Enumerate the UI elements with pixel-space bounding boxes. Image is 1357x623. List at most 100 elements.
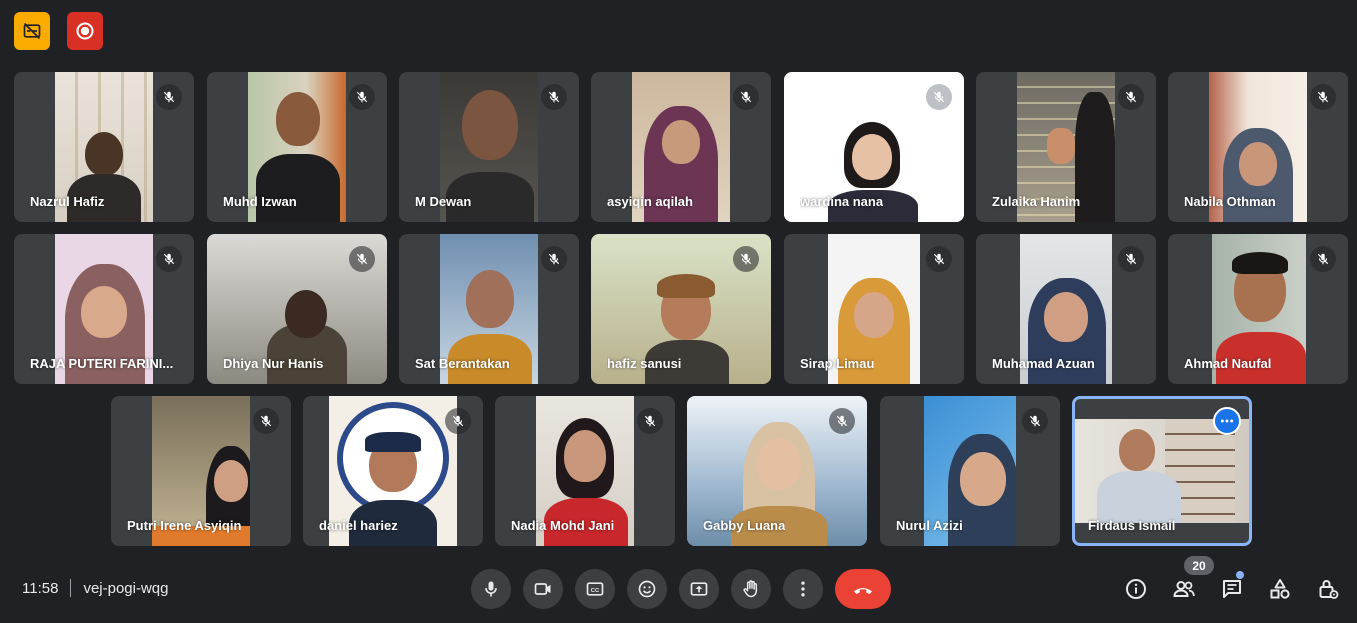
people-icon (1173, 581, 1195, 597)
mic-off-icon (733, 246, 759, 272)
activities-icon (1270, 579, 1290, 599)
mic-off-icon (1118, 246, 1144, 272)
captions-off-badge[interactable] (14, 12, 50, 50)
mic-icon (485, 581, 497, 597)
raise-hand-icon (743, 580, 758, 598)
participant-tile[interactable]: hafiz sanusi (591, 234, 771, 384)
participant-name: Muhamad Azuan (992, 356, 1095, 371)
recording-badge[interactable] (67, 12, 103, 50)
mic-off-icon (349, 246, 375, 272)
mic-off-icon (1022, 408, 1048, 434)
participant-tile[interactable]: wardina nana (784, 72, 964, 222)
participant-tile[interactable]: Gabby Luana (687, 396, 867, 546)
participant-name: Nabila Othman (1184, 194, 1276, 209)
participant-name: Zulaika Hanim (992, 194, 1081, 209)
present-screen-icon (690, 582, 708, 596)
participant-tile[interactable]: Muhd Izwan (207, 72, 387, 222)
mic-off-icon (1310, 246, 1336, 272)
host-controls-button[interactable] (1315, 576, 1341, 602)
participant-tile[interactable]: Nabila Othman (1168, 72, 1348, 222)
participant-tile[interactable]: Nurul Azizi (880, 396, 1060, 546)
tile-more-options-button[interactable] (1213, 407, 1241, 435)
more-options-icon (801, 581, 805, 597)
participant-name: Sirap Limau (800, 356, 875, 371)
participant-name: Nazrul Hafiz (30, 194, 105, 209)
reactions-button[interactable] (627, 569, 667, 609)
participant-name: RAJA PUTERI FARINI... (30, 356, 174, 371)
participant-name: Nurul Azizi (896, 518, 963, 533)
mic-off-icon (926, 246, 952, 272)
host-controls-icon (1319, 580, 1339, 599)
tile-row: Nazrul Hafiz Muhd Izwan M Dewan asyiqin … (0, 72, 1357, 222)
mic-off-icon (541, 84, 567, 110)
participant-name: Firdaus Ismail (1088, 518, 1176, 533)
info-icon (1126, 579, 1146, 599)
chat-button[interactable] (1219, 576, 1245, 602)
participant-tile[interactable]: M Dewan (399, 72, 579, 222)
meeting-details-button[interactable] (1123, 576, 1149, 602)
participant-name: hafiz sanusi (607, 356, 682, 371)
chat-notification-dot (1236, 571, 1244, 579)
end-call-icon (854, 588, 872, 594)
participant-name: Putri Irene Asyiqin (127, 518, 242, 533)
participant-name: M Dewan (415, 194, 472, 209)
participant-tile[interactable]: Zulaika Hanim (976, 72, 1156, 222)
mic-off-icon (349, 84, 375, 110)
meeting-info: 11:58 vej-pogi-wqg (22, 579, 168, 597)
mic-off-icon (733, 84, 759, 110)
closed-captions-icon: CC (586, 582, 604, 596)
chat-icon (1223, 580, 1241, 598)
mic-off-icon (926, 84, 952, 110)
captions-button[interactable]: CC (575, 569, 615, 609)
participant-name: Ahmad Naufal (1184, 356, 1272, 371)
activities-button[interactable] (1267, 576, 1293, 602)
microphone-button[interactable] (471, 569, 511, 609)
raise-hand-button[interactable] (731, 569, 771, 609)
bottom-toolbar: 11:58 vej-pogi-wqg CC (0, 560, 1357, 623)
mic-off-icon (1310, 84, 1336, 110)
mic-off-icon (541, 246, 567, 272)
participant-name: Muhd Izwan (223, 194, 297, 209)
meeting-time: 11:58 (22, 579, 59, 597)
participant-tile[interactable]: RAJA PUTERI FARINI... (14, 234, 194, 384)
participant-tile[interactable]: Muhamad Azuan (976, 234, 1156, 384)
participant-tile[interactable]: Ahmad Naufal (1168, 234, 1348, 384)
meet-call-window: Nazrul Hafiz Muhd Izwan M Dewan asyiqin … (0, 0, 1357, 623)
participant-tile[interactable]: Nadia Mohd Jani (495, 396, 675, 546)
participant-name: Sat Berantakan (415, 356, 510, 371)
captions-off-icon (23, 22, 41, 40)
tile-row: RAJA PUTERI FARINI... Dhiya Nur Hanis Sa… (0, 234, 1357, 384)
mic-off-icon (156, 246, 182, 272)
people-button[interactable] (1171, 576, 1197, 602)
present-screen-button[interactable] (679, 569, 719, 609)
participant-tile[interactable]: Dhiya Nur Hanis (207, 234, 387, 384)
mic-off-icon (637, 408, 663, 434)
participant-tile[interactable]: Putri Irene Asyiqin (111, 396, 291, 546)
record-icon (76, 22, 94, 40)
tile-row: Putri Irene Asyiqin daniel hariez Nadia … (0, 396, 1357, 546)
participant-tile[interactable]: asyiqin aqilah (591, 72, 771, 222)
participant-tile-self[interactable]: Firdaus Ismail (1072, 396, 1252, 546)
participant-name: asyiqin aqilah (607, 194, 693, 209)
participant-tile[interactable]: Sat Berantakan (399, 234, 579, 384)
emoji-icon (638, 580, 656, 598)
divider (70, 579, 72, 597)
camera-button[interactable] (523, 569, 563, 609)
mic-off-icon (445, 408, 471, 434)
participant-tile[interactable]: Nazrul Hafiz (14, 72, 194, 222)
participant-name: Nadia Mohd Jani (511, 518, 615, 533)
more-horizontal-icon (1220, 419, 1234, 423)
people-count-badge: 20 (1184, 556, 1214, 575)
mic-off-icon (1118, 84, 1144, 110)
end-call-button[interactable] (835, 569, 891, 609)
mic-off-icon (829, 408, 855, 434)
more-options-button[interactable] (783, 569, 823, 609)
mic-off-icon (156, 84, 182, 110)
participant-tile[interactable]: daniel hariez (303, 396, 483, 546)
participant-name: Gabby Luana (703, 518, 786, 533)
participant-name: Dhiya Nur Hanis (223, 356, 324, 371)
meeting-code: vej-pogi-wqg (83, 579, 169, 597)
mic-off-icon (253, 408, 279, 434)
participant-tile[interactable]: Sirap Limau (784, 234, 964, 384)
participant-name: daniel hariez (319, 518, 398, 533)
